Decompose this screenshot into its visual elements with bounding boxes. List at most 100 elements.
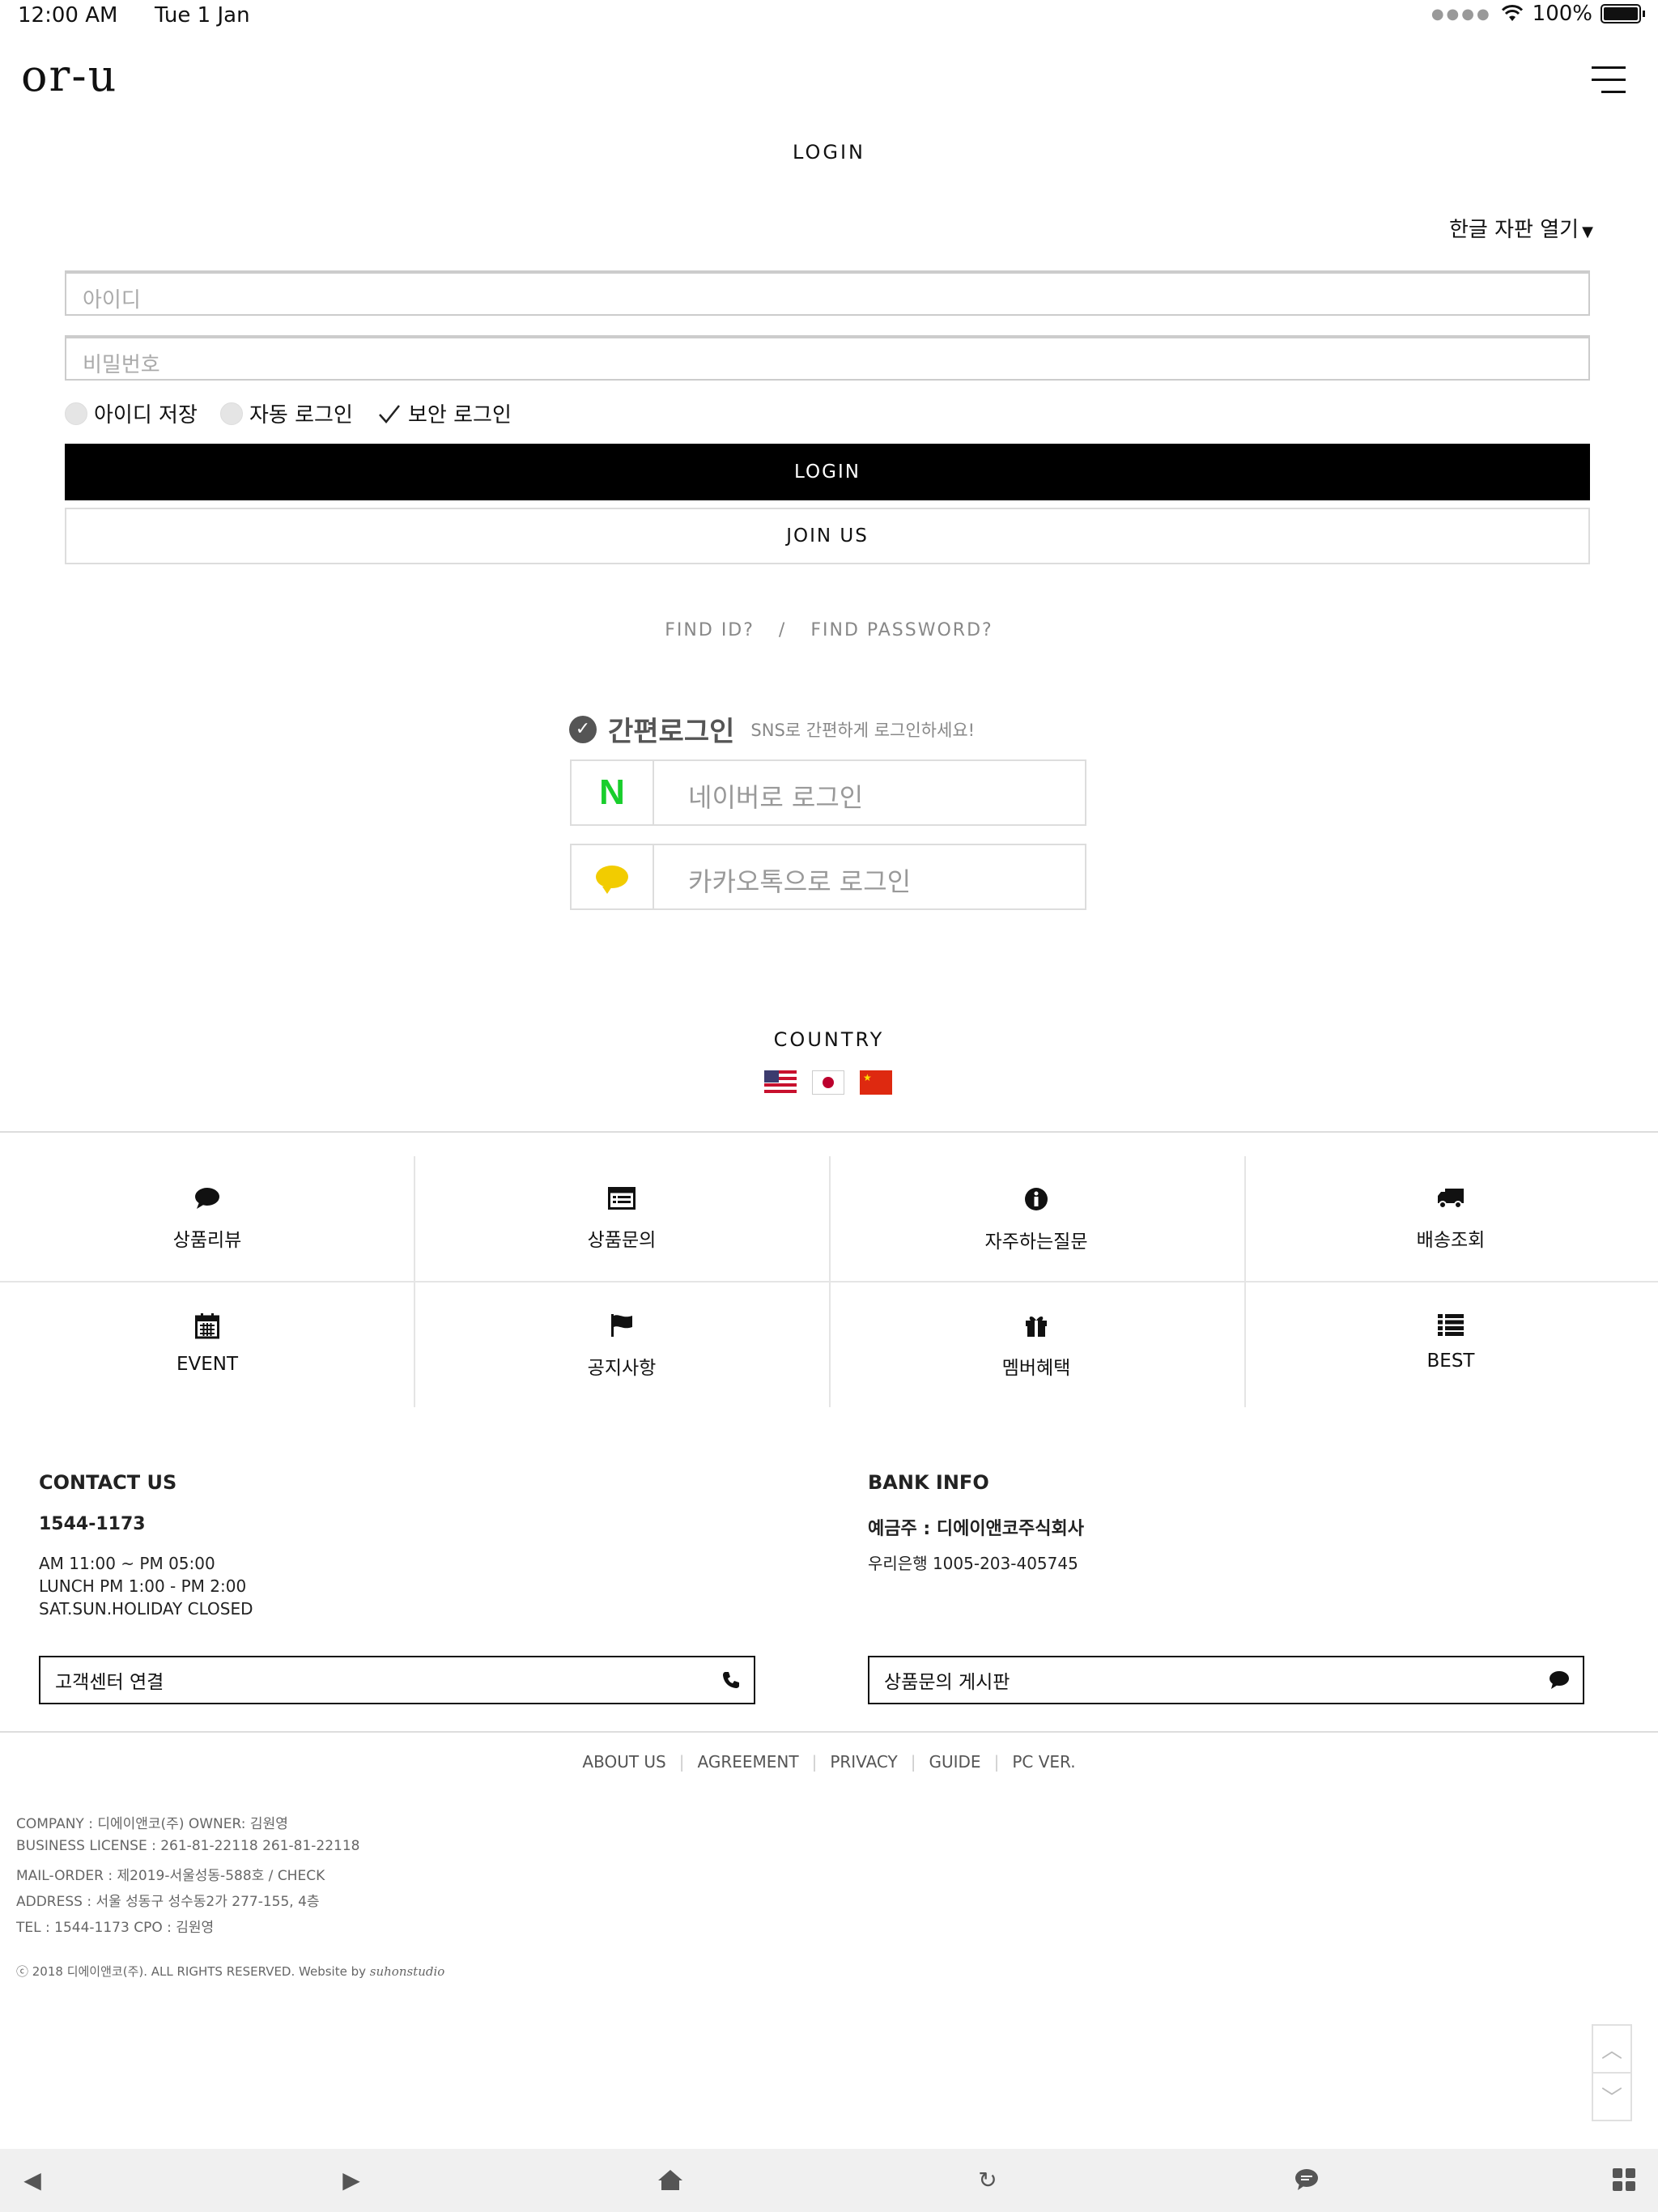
china-flag-icon[interactable]: ★ [860,1070,892,1095]
status-bar: 12:00 AM Tue 1 Jan ●●●● 100% [0,0,1658,32]
login-button[interactable]: LOGIN [65,444,1590,500]
join-button[interactable]: JOIN US [65,508,1590,564]
gift-icon [1026,1317,1047,1337]
studio-credit: suhonstudio [369,1964,445,1979]
quick-menu-event[interactable]: EVENT [0,1283,414,1408]
copyright: ⓒ 2018 디에이앤코(주). ALL RIGHTS RESERVED. We… [16,1963,444,1980]
quick-menu-review[interactable]: 상품리뷰 [0,1156,414,1282]
checkbox-circle [65,402,87,425]
inquiry-board-label: 상품문의 게시판 [884,1672,1010,1693]
chat-button[interactable] [1290,2163,1323,2196]
contact-title: CONTACT US [39,1471,177,1494]
quick-login-title: 간편로그인 [608,716,735,748]
checkmark-icon [379,404,400,423]
list-alt-icon [608,1187,636,1210]
home-icon [658,2170,682,2190]
tel-info: TEL : 1544-1173 CPO : 김원영 [16,1920,215,1936]
quick-menu-label: 멤버혜택 [1001,1358,1071,1379]
site-logo[interactable]: or-u [21,50,117,101]
secure-login-checkbox[interactable]: 보안 로그인 [377,398,512,428]
quick-menu-delivery[interactable]: 배송조회 [1244,1156,1658,1282]
comment-icon [195,1188,219,1209]
contact-closed: SAT.SUN.HOLIDAY CLOSED [39,1599,253,1619]
checkbox-circle [220,402,243,425]
status-date: Tue 1 Jan [155,3,250,28]
scroll-up-button[interactable]: ︿ [1593,2026,1630,2074]
kakao-login-label: 카카오톡으로 로그인 [688,866,912,897]
auto-login-label: 자동 로그인 [249,403,353,428]
wifi-icon [1501,5,1523,21]
product-inquiry-board-button[interactable]: 상품문의 게시판 [868,1656,1584,1704]
caret-down-icon: ▼ [1582,223,1593,240]
kakao-icon-box [572,845,654,908]
contact-hours: AM 11:00 ~ PM 05:00 [39,1554,215,1573]
quick-menu-inquiry[interactable]: 상품문의 [414,1156,829,1282]
scroll-buttons: ︿ ﹀ [1592,2024,1632,2121]
list-icon [1438,1314,1464,1336]
section-divider [0,1131,1658,1133]
customer-center-button[interactable]: 고객센터 연결 [39,1656,755,1704]
bottom-toolbar: ◀ ▶ ↻ [0,2149,1658,2212]
battery-icon [1601,4,1641,23]
quick-menu-label: BEST [1426,1351,1475,1372]
naver-login-label: 네이버로 로그인 [688,782,864,813]
guide-link[interactable]: GUIDE [929,1752,981,1772]
quick-menu-label: 공지사항 [587,1358,657,1379]
naver-icon: N [599,772,625,812]
find-password-link[interactable]: FIND PASSWORD? [810,620,993,640]
quick-menu-notice[interactable]: 공지사항 [414,1283,829,1408]
quick-menu-best[interactable]: BEST [1244,1283,1658,1408]
customer-center-label: 고객센터 연결 [55,1672,164,1693]
signal-dots-icon: ●●●● [1431,5,1492,23]
quick-menu-benefits[interactable]: 멤버혜택 [829,1283,1244,1408]
korean-keyboard-toggle[interactable]: 한글 자판 열기 ▼ [1449,213,1593,243]
kakao-icon [596,866,628,894]
privacy-link[interactable]: PRIVACY [830,1752,897,1772]
quick-menu-label: 상품리뷰 [172,1230,242,1251]
auto-login-checkbox[interactable]: 자동 로그인 [220,398,353,428]
link-separator: / [778,620,787,640]
quick-menu-label: 상품문의 [587,1230,657,1251]
quick-login-heading: ✓ 간편로그인 SNS로 간편하게 로그인하세요! [569,709,975,749]
page-title: LOGIN [792,141,866,164]
find-id-link[interactable]: FIND ID? [665,620,755,640]
footer-links: ABOUT US | AGREEMENT | PRIVACY | GUIDE | PC VER. [582,1752,1076,1772]
back-button[interactable]: ◀ [16,2163,49,2196]
japan-flag-icon[interactable] [812,1070,844,1095]
scroll-down-button[interactable]: ﹀ [1593,2074,1630,2120]
forward-arrow-icon: ▶ [342,2166,360,2193]
quick-menu-label: 자주하는질문 [984,1231,1088,1253]
save-id-checkbox[interactable]: 아이디 저장 [65,398,198,428]
business-license: BUSINESS LICENSE : 261-81-22118 261-81-2… [16,1838,360,1854]
chevron-up-icon: ︿ [1601,2039,1622,2063]
forward-button[interactable]: ▶ [335,2163,368,2196]
truck-icon [1438,1189,1464,1209]
hamburger-menu-icon[interactable] [1592,66,1626,94]
contact-phone: 1544-1173 [39,1514,146,1534]
status-time: 12:00 AM [18,3,118,28]
userid-input[interactable]: 아이디 [65,270,1590,316]
grid-menu-button[interactable] [1608,2163,1640,2196]
naver-icon-box: N [572,761,654,824]
quick-menu-faq[interactable]: 자주하는질문 [829,1156,1244,1282]
quick-menu-label: 배송조회 [1416,1230,1486,1251]
password-input[interactable]: 비밀번호 [65,335,1590,381]
company-info: COMPANY : 디에이앤코(주) OWNER: 김원영 [16,1816,288,1832]
about-us-link[interactable]: ABOUT US [582,1752,665,1772]
naver-login-button[interactable]: N 네이버로 로그인 [570,759,1086,826]
grid-icon [1613,2168,1635,2191]
info-icon [1025,1188,1048,1210]
country-title: COUNTRY [773,1028,885,1051]
copyright-text: ⓒ 2018 디에이앤코(주). ALL RIGHTS RESERVED. We… [16,1964,366,1979]
back-arrow-icon: ◀ [23,2166,41,2193]
kakao-login-button[interactable]: 카카오톡으로 로그인 [570,844,1086,910]
home-button[interactable] [654,2163,687,2196]
refresh-icon: ↻ [978,2166,997,2193]
footer-divider [0,1731,1658,1733]
flag-icon [611,1314,632,1337]
bank-title: BANK INFO [868,1471,989,1494]
us-flag-icon[interactable] [764,1070,797,1095]
refresh-button[interactable]: ↻ [971,2163,1004,2196]
pc-version-link[interactable]: PC VER. [1012,1752,1075,1772]
agreement-link[interactable]: AGREEMENT [698,1752,799,1772]
